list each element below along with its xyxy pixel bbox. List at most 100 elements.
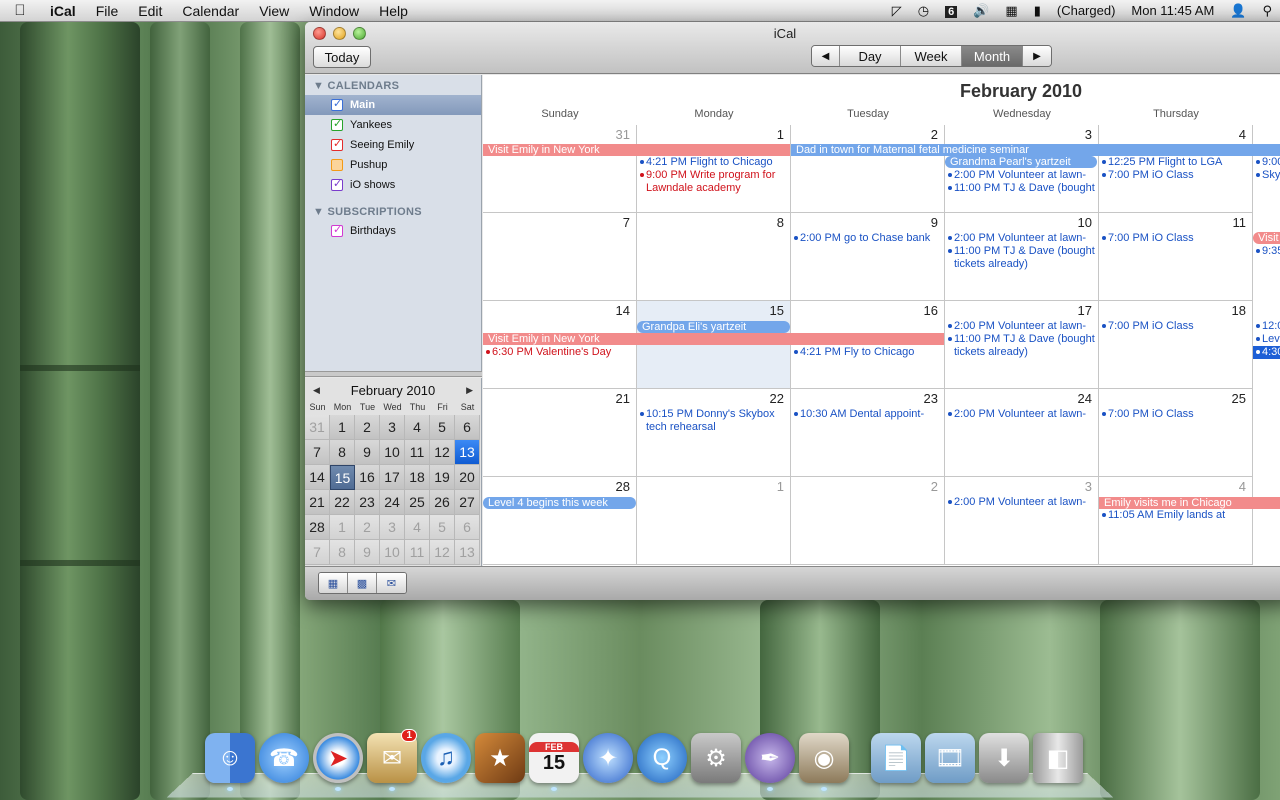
day-cell[interactable]: 1 bbox=[637, 477, 791, 565]
mini-calendar-day[interactable]: 9 bbox=[355, 540, 380, 565]
network-utility-icon[interactable]: ✦ bbox=[583, 733, 633, 783]
day-cell[interactable]: 3 bbox=[945, 477, 1099, 565]
apple-menu-icon[interactable]:  bbox=[0, 2, 40, 19]
mini-calendar-day[interactable]: 7 bbox=[305, 440, 330, 465]
calendar-item-pushup[interactable]: Pushup bbox=[305, 155, 481, 175]
mini-calendar-day[interactable]: 2 bbox=[355, 515, 380, 540]
calendar-item-yankees[interactable]: Yankees bbox=[305, 115, 481, 135]
event-item[interactable]: 11:00 PM TJ & Dave (bought tickets alrea… bbox=[945, 245, 1095, 270]
event-item[interactable]: 4:21 PM Fly to Chicago bbox=[791, 346, 944, 359]
day-cell[interactable]: 18 bbox=[1099, 301, 1253, 389]
mini-calendar-day[interactable]: 14 bbox=[305, 465, 330, 490]
mini-calendar-day[interactable]: 11 bbox=[405, 540, 430, 565]
time-machine-icon[interactable]: ◷ bbox=[910, 3, 937, 19]
day-cell[interactable]: 23 bbox=[791, 389, 945, 477]
mini-prev-arrow-icon[interactable]: ◀ bbox=[313, 385, 320, 396]
show-calendars-icon[interactable]: ▦ bbox=[319, 573, 348, 593]
day-cell[interactable]: 31 bbox=[483, 125, 637, 213]
mini-calendar-day[interactable]: 9 bbox=[355, 440, 380, 465]
day-cell[interactable]: 15 bbox=[637, 301, 791, 389]
month-view-button[interactable]: Month bbox=[962, 46, 1023, 66]
mini-calendar-day[interactable]: 6 bbox=[455, 415, 480, 440]
mini-calendar-day[interactable]: 1 bbox=[330, 515, 355, 540]
status-badge[interactable]: 6 bbox=[945, 6, 958, 18]
event-item[interactable]: 7:00 PM iO Class bbox=[1099, 169, 1252, 182]
mail-icon[interactable]: ✉ 1 bbox=[367, 729, 417, 791]
event-bar[interactable]: Grandma Pearl's yartzeit bbox=[945, 156, 1097, 168]
mini-calendar-day[interactable]: 12 bbox=[430, 440, 455, 465]
mini-calendar-day[interactable]: 12 bbox=[430, 540, 455, 565]
checkbox-icon[interactable] bbox=[331, 117, 343, 131]
finder-icon[interactable]: ☺ bbox=[205, 733, 255, 791]
mini-calendar-day[interactable]: 3 bbox=[380, 415, 405, 440]
mini-calendar-day[interactable]: 22 bbox=[330, 490, 355, 515]
user-icon[interactable]: 👤 bbox=[1222, 3, 1254, 19]
event-bar[interactable]: Grandpa Eli's yartzeit bbox=[637, 321, 790, 333]
week-view-button[interactable]: Week bbox=[901, 46, 962, 66]
day-cell[interactable]: 28 bbox=[483, 477, 637, 565]
ichat-icon[interactable]: ☎ bbox=[259, 733, 309, 783]
event-item[interactable]: Leve bbox=[1253, 333, 1280, 346]
today-button[interactable]: Today bbox=[313, 46, 371, 68]
mini-calendar-day[interactable]: 1 bbox=[330, 415, 355, 440]
mini-calendar-day[interactable]: 20 bbox=[455, 465, 480, 490]
event-item[interactable]: 2:00 PM Volunteer at lawn- bbox=[945, 320, 1098, 333]
day-view-button[interactable]: Day bbox=[840, 46, 901, 66]
menu-file[interactable]: File bbox=[86, 3, 129, 19]
day-cell[interactable]: 14 bbox=[483, 301, 637, 389]
mini-calendar-day[interactable]: 31 bbox=[305, 415, 330, 440]
checkbox-icon[interactable] bbox=[331, 177, 343, 191]
calendars-header[interactable]: ▼ CALENDARS bbox=[305, 75, 481, 95]
mini-calendar-day[interactable]: 4 bbox=[405, 415, 430, 440]
ical-dock-icon[interactable]: FEB 15 bbox=[529, 733, 579, 791]
event-item[interactable]: 7:00 PM iO Class bbox=[1099, 232, 1252, 245]
event-item[interactable]: 2:00 PM Volunteer at lawn- bbox=[945, 408, 1098, 421]
mini-calendar-day[interactable]: 23 bbox=[355, 490, 380, 515]
checkbox-icon[interactable] bbox=[331, 223, 343, 237]
event-item[interactable]: 2:00 PM Volunteer at lawn- bbox=[945, 496, 1098, 509]
event-item[interactable]: 6:30 PM Valentine's Day bbox=[483, 346, 636, 359]
event-item[interactable]: 4:30 bbox=[1253, 346, 1280, 359]
mini-calendar-day[interactable]: 7 bbox=[305, 540, 330, 565]
event-item[interactable]: 9:00 PM Write program for Lawndale acade… bbox=[637, 169, 790, 194]
menu-view[interactable]: View bbox=[249, 3, 299, 19]
day-cell[interactable]: 11 bbox=[1099, 213, 1253, 301]
event-bar[interactable]: Visit Emily in New York bbox=[483, 144, 790, 156]
spotlight-search-icon[interactable]: ⚲ bbox=[1254, 3, 1280, 19]
day-cell[interactable]: 25 bbox=[1099, 389, 1253, 477]
documents-folder-icon[interactable]: 📄 bbox=[871, 733, 921, 783]
event-bar[interactable]: Emily visits me in Chicago bbox=[1099, 497, 1280, 509]
mini-calendar-day[interactable]: 11 bbox=[405, 440, 430, 465]
mini-calendar-day[interactable]: 21 bbox=[305, 490, 330, 515]
event-item[interactable]: 9:00 bbox=[1253, 156, 1280, 169]
safari-icon[interactable]: ➤ bbox=[313, 733, 363, 791]
show-mini-month-icon[interactable]: ▩ bbox=[348, 573, 377, 593]
mini-calendar-day[interactable]: 10 bbox=[380, 540, 405, 565]
mini-calendar-day[interactable]: 24 bbox=[380, 490, 405, 515]
input-menu-icon[interactable]: ▦ bbox=[997, 3, 1025, 19]
trash-icon[interactable]: ◧ bbox=[1033, 733, 1083, 783]
checkbox-icon[interactable] bbox=[331, 137, 343, 151]
event-item[interactable]: 9:35 bbox=[1253, 245, 1280, 258]
menu-edit[interactable]: Edit bbox=[128, 3, 172, 19]
mini-calendar-day[interactable]: 28 bbox=[305, 515, 330, 540]
script-editor-icon[interactable]: ✒ bbox=[745, 733, 795, 791]
mini-calendar-day[interactable]: 13 bbox=[455, 440, 480, 465]
event-item[interactable]: 10:15 PM Donny's Skybox tech rehearsal bbox=[637, 408, 787, 433]
disclosure-triangle-icon[interactable]: ▼ bbox=[313, 206, 324, 218]
event-item[interactable]: 11:00 PM TJ & Dave (bought tickets alrea… bbox=[945, 333, 1095, 358]
checkbox-icon[interactable] bbox=[331, 97, 343, 111]
mini-next-arrow-icon[interactable]: ▶ bbox=[466, 385, 473, 396]
event-item[interactable]: 7:00 PM iO Class bbox=[1099, 408, 1252, 421]
event-item[interactable]: 4:21 PM Flight to Chicago bbox=[637, 156, 790, 169]
event-item[interactable]: Skyb bbox=[1253, 169, 1280, 182]
event-bar[interactable]: Level 4 begins this week bbox=[483, 497, 636, 509]
mini-calendar-day[interactable]: 5 bbox=[430, 415, 455, 440]
show-notifications-icon[interactable]: ✉ bbox=[377, 573, 406, 593]
calendar-item-main[interactable]: Main bbox=[305, 95, 481, 115]
event-bar[interactable]: Dad in town for Maternal fetal medicine … bbox=[791, 144, 1280, 156]
menu-help[interactable]: Help bbox=[369, 3, 418, 19]
day-cell[interactable]: 24 bbox=[945, 389, 1099, 477]
event-item[interactable]: 12:25 PM Flight to LGA bbox=[1099, 156, 1252, 169]
mini-calendar-day[interactable]: 26 bbox=[430, 490, 455, 515]
